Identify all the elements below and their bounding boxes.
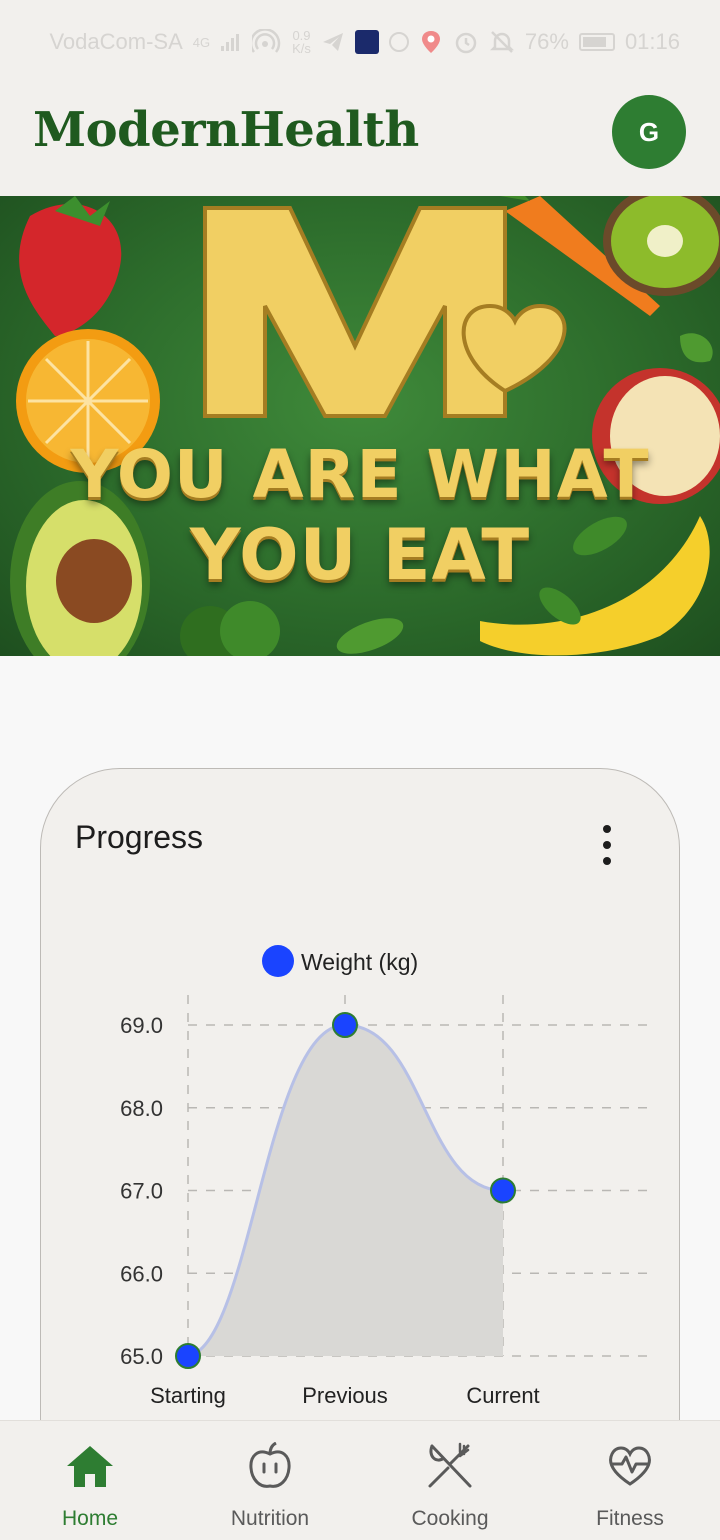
home-icon [65,1441,115,1491]
telegram-icon [322,33,343,51]
nav-item-nutrition[interactable]: Nutrition [180,1421,360,1540]
data-point-starting[interactable] [175,1343,201,1369]
bottom-navigation: Home Nutrition Cooking Fitness [0,1420,720,1540]
data-speed: 0.9 K/s [292,29,311,55]
maps-icon [421,31,440,53]
nav-label-fitness: Fitness [596,1507,664,1530]
banner-headline-line2: YOU EAT [189,514,531,596]
nav-label-nutrition: Nutrition [230,1507,310,1530]
legend-label: Weight (kg) [301,949,418,975]
alarm-icon [455,32,477,54]
data-point-previous[interactable] [332,1012,358,1038]
chart-legend[interactable]: Weight (kg) [262,945,418,977]
nav-label-home: Home [61,1507,119,1530]
nav-item-home[interactable]: Home [0,1421,180,1540]
chart-x-ticks: Starting Previous Current [150,1383,540,1408]
y-tick-label: 66.0 [120,1261,163,1286]
apple-icon [245,1441,295,1491]
banner-headline-line1: YOU ARE WHAT [70,436,650,513]
battery-icon [578,33,615,51]
battery-percent: 76% [524,29,569,54]
nav-item-fitness[interactable]: Fitness [540,1421,720,1540]
carrier-text: VodaCom-SA [49,29,183,54]
app-notification-icon [354,30,379,54]
hero-banner: YOU ARE WHAT YOU EAT [0,196,720,656]
chart-area-fill [188,1025,503,1356]
clock: 01:16 [624,29,680,54]
circle-notification-icon [388,32,409,52]
theme-toggle-button[interactable] [330,690,374,734]
legend-marker [262,945,294,977]
mute-icon [489,31,514,53]
x-tick-label: Starting [150,1383,226,1408]
heart-pulse-icon [605,1441,655,1491]
app-header: ModernHealth G [0,84,720,196]
speed-unit: K/s [292,41,311,56]
moon-icon [343,696,359,728]
data-point-current[interactable] [490,1177,516,1204]
y-tick-label: 67.0 [120,1179,163,1204]
x-tick-label: Current [466,1383,539,1408]
hotspot-icon [252,29,281,53]
progress-card: Progress 65.0 66.0 67.0 68.0 69.0 Starting Pr… [40,768,680,1468]
fork-knife-icon [425,1441,475,1491]
avatar-button[interactable]: G [612,95,686,169]
signal-icon [221,34,240,51]
y-tick-label: 65.0 [120,1344,163,1369]
x-tick-label: Previous [302,1383,388,1408]
nav-item-cooking[interactable]: Cooking [360,1421,540,1540]
y-tick-label: 68.0 [120,1096,163,1121]
nav-label-cooking: Cooking [411,1507,489,1530]
app-title: ModernHealth [33,102,419,158]
y-tick-label: 69.0 [120,1013,163,1038]
status-bar: VodaCom-SA 4G 0.9 K/s 76% 01:16 [0,0,720,84]
network-type: 4G [192,34,211,50]
weight-chart: 65.0 66.0 67.0 68.0 69.0 Starting Previous Cur… [120,945,651,1408]
chart-y-ticks: 65.0 66.0 67.0 68.0 69.0 [120,1013,163,1369]
